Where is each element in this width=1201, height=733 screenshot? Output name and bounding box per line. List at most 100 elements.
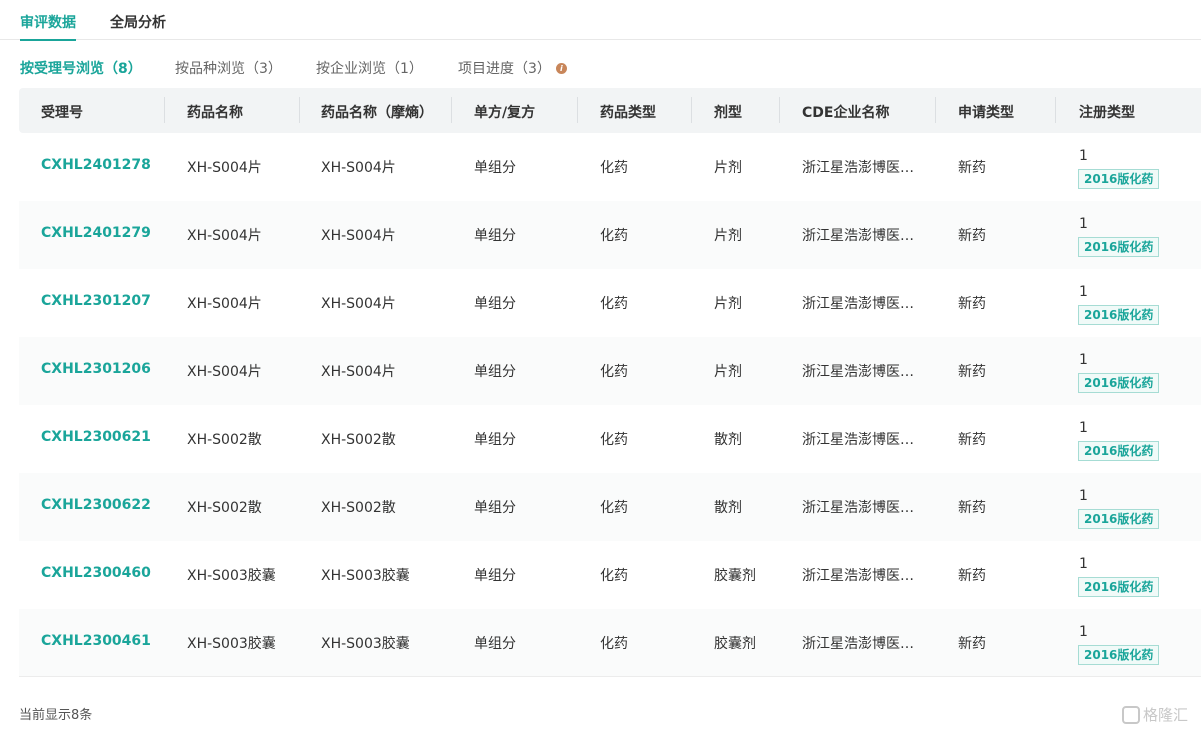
subtab-project-progress-label: 项目进度（3）	[458, 61, 551, 77]
subtab-project-progress[interactable]: 项目进度（3） i	[458, 58, 567, 78]
watermark: 格隆汇	[1122, 704, 1188, 725]
cell-cde-company: 浙江星浩澎博医…	[802, 296, 914, 312]
watermark-text: 格隆汇	[1143, 706, 1189, 724]
tab-global-analysis[interactable]: 全局分析	[110, 12, 166, 32]
cell-composition: 单组分	[474, 432, 516, 448]
cell-drug-type: 化药	[600, 364, 628, 380]
registration-type-badge: 2016版化药	[1078, 237, 1160, 257]
registration-type-badge: 2016版化药	[1078, 305, 1160, 325]
cell-acceptance-number[interactable]: CXHL2301206	[41, 361, 151, 377]
cell-dosage-form: 片剂	[714, 296, 742, 312]
cell-drug-type: 化药	[600, 636, 628, 652]
cell-acceptance-number[interactable]: CXHL2300461	[41, 633, 151, 649]
page: 审评数据 全局分析 按受理号浏览（8） 按品种浏览（3） 按企业浏览（1） 项目…	[0, 0, 1201, 733]
subtab-by-acceptance-number[interactable]: 按受理号浏览（8）	[20, 58, 142, 78]
cell-dosage-form: 片剂	[714, 228, 742, 244]
cell-registration-number: 1	[1079, 624, 1088, 640]
cell-cde-company: 浙江星浩澎博医…	[802, 432, 914, 448]
cell-drug-name-moshang: XH-S003胶囊	[321, 636, 410, 652]
cell-dosage-form: 片剂	[714, 364, 742, 380]
cell-dosage-form: 胶囊剂	[714, 636, 756, 652]
cell-acceptance-number[interactable]: CXHL2301207	[41, 293, 151, 309]
header-drug-name-moshang: 药品名称（摩熵）	[321, 105, 433, 121]
header-separator	[1055, 97, 1056, 123]
table-header: 受理号 药品名称 药品名称（摩熵） 单方/复方 药品类型 剂型 CDE企业名称 …	[19, 88, 1201, 133]
cell-composition: 单组分	[474, 364, 516, 380]
header-separator	[935, 97, 936, 123]
header-drug-type: 药品类型	[600, 105, 656, 121]
cell-application-type: 新药	[958, 568, 986, 584]
table-row: CXHL2301206 XH-S004片 XH-S004片 单组分 化药 片剂 浙江星浩澎博…	[19, 337, 1201, 405]
cell-registration-number: 1	[1079, 284, 1088, 300]
registration-type-badge: 2016版化药	[1078, 169, 1160, 189]
cell-cde-company: 浙江星浩澎博医…	[802, 160, 914, 176]
subtab-by-variety[interactable]: 按品种浏览（3）	[175, 58, 282, 78]
header-separator	[577, 97, 578, 123]
cell-application-type: 新药	[958, 228, 986, 244]
cell-dosage-form: 散剂	[714, 500, 742, 516]
cell-dosage-form: 胶囊剂	[714, 568, 756, 584]
cell-drug-name: XH-S004片	[187, 160, 262, 176]
header-drug-name: 药品名称	[187, 105, 243, 121]
cell-acceptance-number[interactable]: CXHL2401279	[41, 225, 151, 241]
cell-composition: 单组分	[474, 568, 516, 584]
cell-acceptance-number[interactable]: CXHL2300622	[41, 497, 151, 513]
table-row: CXHL2401278 XH-S004片 XH-S004片 单组分 化药 片剂 浙江星浩澎博…	[19, 133, 1201, 201]
cell-drug-name: XH-S002散	[187, 500, 262, 516]
cell-drug-name-moshang: XH-S004片	[321, 364, 396, 380]
registration-type-badge: 2016版化药	[1078, 373, 1160, 393]
header-separator	[691, 97, 692, 123]
cell-cde-company: 浙江星浩澎博医…	[802, 500, 914, 516]
cell-application-type: 新药	[958, 160, 986, 176]
cell-drug-type: 化药	[600, 160, 628, 176]
cell-application-type: 新药	[958, 500, 986, 516]
header-dosage-form: 剂型	[714, 105, 742, 121]
cell-dosage-form: 散剂	[714, 432, 742, 448]
cell-acceptance-number[interactable]: CXHL2300621	[41, 429, 151, 445]
cell-drug-name: XH-S004片	[187, 364, 262, 380]
cell-registration-number: 1	[1079, 148, 1088, 164]
tab-review-data[interactable]: 审评数据	[20, 12, 76, 41]
registration-type-badge: 2016版化药	[1078, 577, 1160, 597]
cell-composition: 单组分	[474, 296, 516, 312]
table-row: CXHL2301207 XH-S004片 XH-S004片 单组分 化药 片剂 浙江星浩澎博…	[19, 269, 1201, 337]
header-registration-type: 注册类型	[1079, 105, 1135, 121]
cell-registration-number: 1	[1079, 420, 1088, 436]
cell-drug-name: XH-S002散	[187, 432, 262, 448]
cell-drug-type: 化药	[600, 568, 628, 584]
data-table: 受理号 药品名称 药品名称（摩熵） 单方/复方 药品类型 剂型 CDE企业名称 …	[19, 88, 1201, 677]
cell-registration-number: 1	[1079, 216, 1088, 232]
cell-drug-name-moshang: XH-S003胶囊	[321, 568, 410, 584]
cell-drug-name-moshang: XH-S004片	[321, 228, 396, 244]
watermark-logo-icon	[1122, 705, 1140, 724]
table-body: CXHL2401278 XH-S004片 XH-S004片 单组分 化药 片剂 浙江星浩澎博…	[19, 133, 1201, 677]
cell-dosage-form: 片剂	[714, 160, 742, 176]
cell-drug-name-moshang: XH-S002散	[321, 432, 396, 448]
cell-application-type: 新药	[958, 432, 986, 448]
header-cde-company: CDE企业名称	[802, 105, 890, 121]
cell-composition: 单组分	[474, 500, 516, 516]
cell-cde-company: 浙江星浩澎博医…	[802, 228, 914, 244]
cell-acceptance-number[interactable]: CXHL2401278	[41, 157, 151, 173]
info-icon[interactable]: i	[555, 62, 567, 74]
cell-cde-company: 浙江星浩澎博医…	[802, 364, 914, 380]
top-tab-bar: 审评数据 全局分析	[0, 0, 1201, 41]
cell-composition: 单组分	[474, 228, 516, 244]
cell-composition: 单组分	[474, 160, 516, 176]
table-row: CXHL2300622 XH-S002散 XH-S002散 单组分 化药 散剂 浙江星浩澎博…	[19, 473, 1201, 541]
header-composition: 单方/复方	[474, 105, 536, 121]
sub-tab-bar: 按受理号浏览（8） 按品种浏览（3） 按企业浏览（1） 项目进度（3） i	[0, 58, 1201, 78]
table-row: CXHL2300461 XH-S003胶囊 XH-S003胶囊 单组分 化药 胶囊剂 浙江星…	[19, 609, 1201, 677]
subtab-by-company[interactable]: 按企业浏览（1）	[316, 58, 423, 78]
cell-drug-name: XH-S003胶囊	[187, 568, 276, 584]
table-row: CXHL2401279 XH-S004片 XH-S004片 单组分 化药 片剂 浙江星浩澎博…	[19, 201, 1201, 269]
cell-drug-name: XH-S004片	[187, 228, 262, 244]
header-separator	[779, 97, 780, 123]
cell-drug-name-moshang: XH-S004片	[321, 160, 396, 176]
cell-registration-number: 1	[1079, 352, 1088, 368]
registration-type-badge: 2016版化药	[1078, 509, 1160, 529]
cell-acceptance-number[interactable]: CXHL2300460	[41, 565, 151, 581]
cell-application-type: 新药	[958, 364, 986, 380]
cell-drug-type: 化药	[600, 228, 628, 244]
cell-registration-number: 1	[1079, 556, 1088, 572]
